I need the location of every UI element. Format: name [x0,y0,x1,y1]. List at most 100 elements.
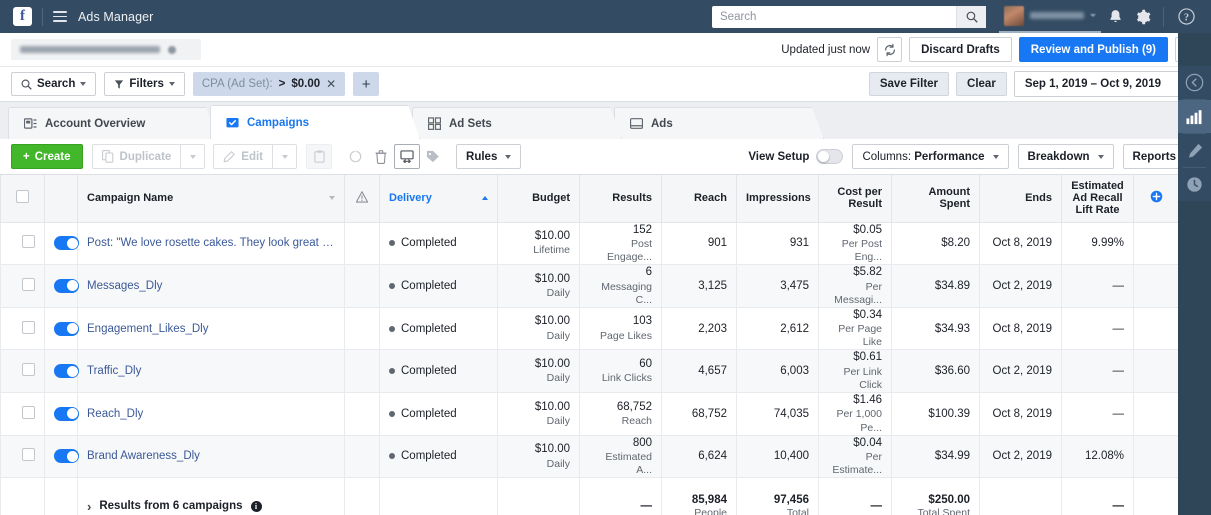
close-icon[interactable]: ✕ [326,78,336,90]
edit-dropdown[interactable] [273,144,298,169]
row-status-toggle[interactable] [54,406,79,421]
header-campaign-name[interactable]: Campaign Name [77,175,345,223]
facebook-logo-icon[interactable]: f [13,7,32,26]
rail-clock-icon[interactable] [1178,168,1211,201]
row-select-cell[interactable] [0,435,45,479]
edit-button[interactable]: Edit [213,144,274,169]
columns-dropdown[interactable]: Columns: Performance [852,144,1009,169]
campaign-name-link[interactable]: Messages_Dly [87,280,335,292]
row-toggle-cell[interactable] [44,307,79,351]
row-checkbox[interactable] [22,320,35,334]
row-status-toggle[interactable] [54,278,79,293]
gear-icon[interactable] [1129,0,1157,33]
row-toggle-cell[interactable] [44,435,79,479]
filters-button[interactable]: Filters [104,72,185,96]
clear-filter-button[interactable]: Clear [956,72,1007,96]
row-select-cell[interactable] [0,222,45,266]
campaign-name-cell[interactable]: Post: "We love rosette cakes. They look … [77,222,345,266]
view-setup-switch[interactable] [816,149,844,164]
row-toggle-cell[interactable] [44,264,79,308]
duplicate-button[interactable]: Duplicate [91,144,182,169]
clipboard-icon[interactable] [306,144,333,169]
campaign-name-cell[interactable]: Brand Awareness_Dly [77,435,345,479]
campaign-name-cell[interactable]: Messages_Dly [77,264,345,308]
row-status-toggle[interactable] [54,236,79,251]
row-status-toggle[interactable] [54,364,79,379]
help-icon[interactable]: ? [1170,0,1203,33]
add-filter-button[interactable]: + [353,72,380,96]
row-select-cell[interactable] [0,307,45,351]
tag-icon[interactable] [420,144,447,169]
table-row[interactable]: Messages_Dly Completed $10.00 Daily 6 Mess… [0,264,1178,308]
header-add-column[interactable] [1133,175,1178,223]
campaign-name-link[interactable]: Post: "We love rosette cakes. They look … [87,237,335,249]
table-row[interactable]: Reach_Dly Completed $10.00 Daily 68,752 Re… [0,392,1178,436]
row-checkbox[interactable] [22,277,35,291]
account-clear-icon[interactable] [168,45,176,54]
row-status-toggle[interactable] [54,321,79,336]
campaign-name-cell[interactable]: Engagement_Likes_Dly [77,307,345,351]
header-impressions[interactable]: Impressions [736,175,819,223]
campaign-name-cell[interactable]: Traffic_Dly [77,349,345,393]
discard-drafts-button[interactable]: Discard Drafts [909,37,1012,62]
table-row[interactable]: Traffic_Dly Completed $10.00 Daily 60 Link… [0,349,1178,393]
header-ends[interactable]: Ends [979,175,1062,223]
rail-bar-chart-icon[interactable] [1178,100,1211,133]
hamburger-menu-icon[interactable] [53,11,67,22]
account-selector[interactable] [11,39,201,60]
table-row[interactable]: Engagement_Likes_Dly Completed $10.00 Dai… [0,307,1178,351]
review-and-publish-button[interactable]: Review and Publish (9) [1018,37,1168,62]
row-select-cell[interactable] [0,264,45,308]
view-setup-toggle[interactable]: View Setup [748,149,844,164]
table-row[interactable]: Post: "We love rosette cakes. They look … [0,222,1178,266]
info-icon[interactable]: i [250,500,262,512]
save-filter-button[interactable]: Save Filter [868,72,950,96]
header-cost-per-result[interactable]: Cost per Result [818,175,892,223]
revert-circle-icon[interactable] [342,144,369,169]
rail-collapse-left-icon[interactable] [1178,66,1211,99]
campaign-name-link[interactable]: Traffic_Dly [87,365,335,377]
row-toggle-cell[interactable] [44,392,79,436]
row-toggle-cell[interactable] [44,222,79,266]
header-ad-recall-lift[interactable]: Estimated Ad Recall Lift Rate [1061,175,1134,223]
chevron-right-icon[interactable]: › [87,500,91,513]
search-input[interactable] [712,5,956,28]
row-toggle-cell[interactable] [44,349,79,393]
row-select-cell[interactable] [0,392,45,436]
filter-pill-cpa[interactable]: CPA (Ad Set): > $0.00 ✕ [192,72,346,96]
search-dropdown-button[interactable]: Search [11,72,97,96]
campaign-name-link[interactable]: Engagement_Likes_Dly [87,323,335,335]
table-row[interactable]: Brand Awareness_Dly Completed $10.00 Dail… [0,435,1178,479]
user-profile-menu[interactable] [999,0,1101,33]
row-checkbox[interactable] [22,448,35,462]
tab-ad-sets[interactable]: Ad Sets [412,107,622,139]
global-search[interactable] [712,5,986,28]
bell-icon[interactable] [1101,0,1129,33]
header-delivery[interactable]: Delivery [379,175,498,223]
row-checkbox[interactable] [22,363,35,377]
duplicate-dropdown[interactable] [181,144,206,169]
campaign-name-cell[interactable]: Reach_Dly [77,392,345,436]
header-budget[interactable]: Budget [497,175,580,223]
header-reach[interactable]: Reach [661,175,737,223]
header-select-all[interactable] [0,175,45,223]
select-all-checkbox[interactable] [16,190,29,204]
campaign-name-link[interactable]: Reach_Dly [87,408,335,420]
breakdown-dropdown[interactable]: Breakdown [1017,144,1114,169]
search-icon[interactable] [956,5,986,28]
trash-icon[interactable] [368,144,395,169]
row-checkbox[interactable] [22,405,35,419]
rules-dropdown[interactable]: Rules [456,144,522,169]
refresh-icon[interactable] [877,37,903,62]
create-button[interactable]: + Create [11,144,83,169]
rail-pencil-icon[interactable] [1178,134,1211,167]
date-range-picker[interactable]: Sep 1, 2019 – Oct 9, 2019 [1013,71,1200,97]
header-results[interactable]: Results [579,175,662,223]
row-status-toggle[interactable] [54,449,79,464]
tab-ads[interactable]: Ads [614,107,824,139]
row-select-cell[interactable] [0,349,45,393]
ab-test-icon[interactable] [394,144,421,169]
tab-campaigns[interactable]: Campaigns [210,105,420,139]
campaign-name-link[interactable]: Brand Awareness_Dly [87,450,335,462]
summary-label-cell[interactable]: › Results from 6 campaigns i [77,477,345,515]
